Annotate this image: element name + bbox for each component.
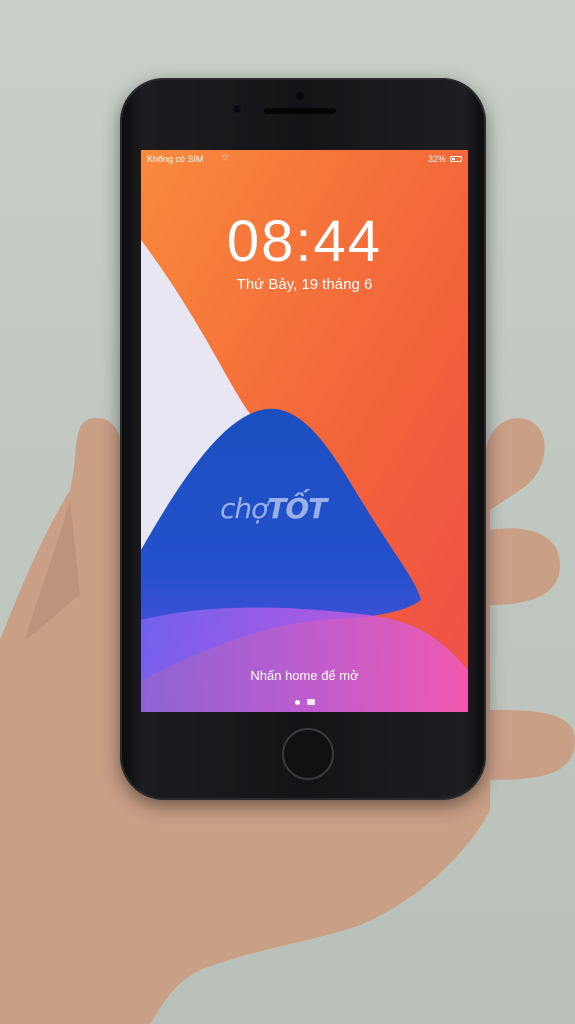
carrier-label: Không có SIM (147, 154, 204, 164)
front-camera-icon (232, 104, 242, 114)
proximity-sensor (296, 92, 304, 100)
earpiece-speaker (264, 108, 336, 114)
watermark-text-cho: chợ (220, 492, 268, 525)
page-indicator (295, 698, 325, 708)
home-button[interactable] (282, 728, 334, 780)
lock-clock: 08:44 (226, 209, 383, 274)
watermark-logo: chợTỐT (220, 492, 360, 532)
wifi-icon: ⌔ (221, 153, 230, 163)
camera-icon[interactable] (307, 699, 315, 705)
battery-icon (450, 156, 462, 162)
page-dot-icon (295, 700, 300, 705)
lock-date: Thứ Bảy, 19 tháng 6 (236, 276, 373, 293)
status-bar: Không có SIM ⌔ 32% (141, 153, 468, 168)
watermark-text-tot: TỐT (267, 492, 327, 525)
unlock-hint: Nhấn home để mở (250, 668, 359, 683)
lock-screen: Không có SIM ⌔ 32% 08:44 Thứ Bảy, 19 thá… (141, 150, 468, 712)
battery-percentage: 32% (427, 154, 446, 164)
